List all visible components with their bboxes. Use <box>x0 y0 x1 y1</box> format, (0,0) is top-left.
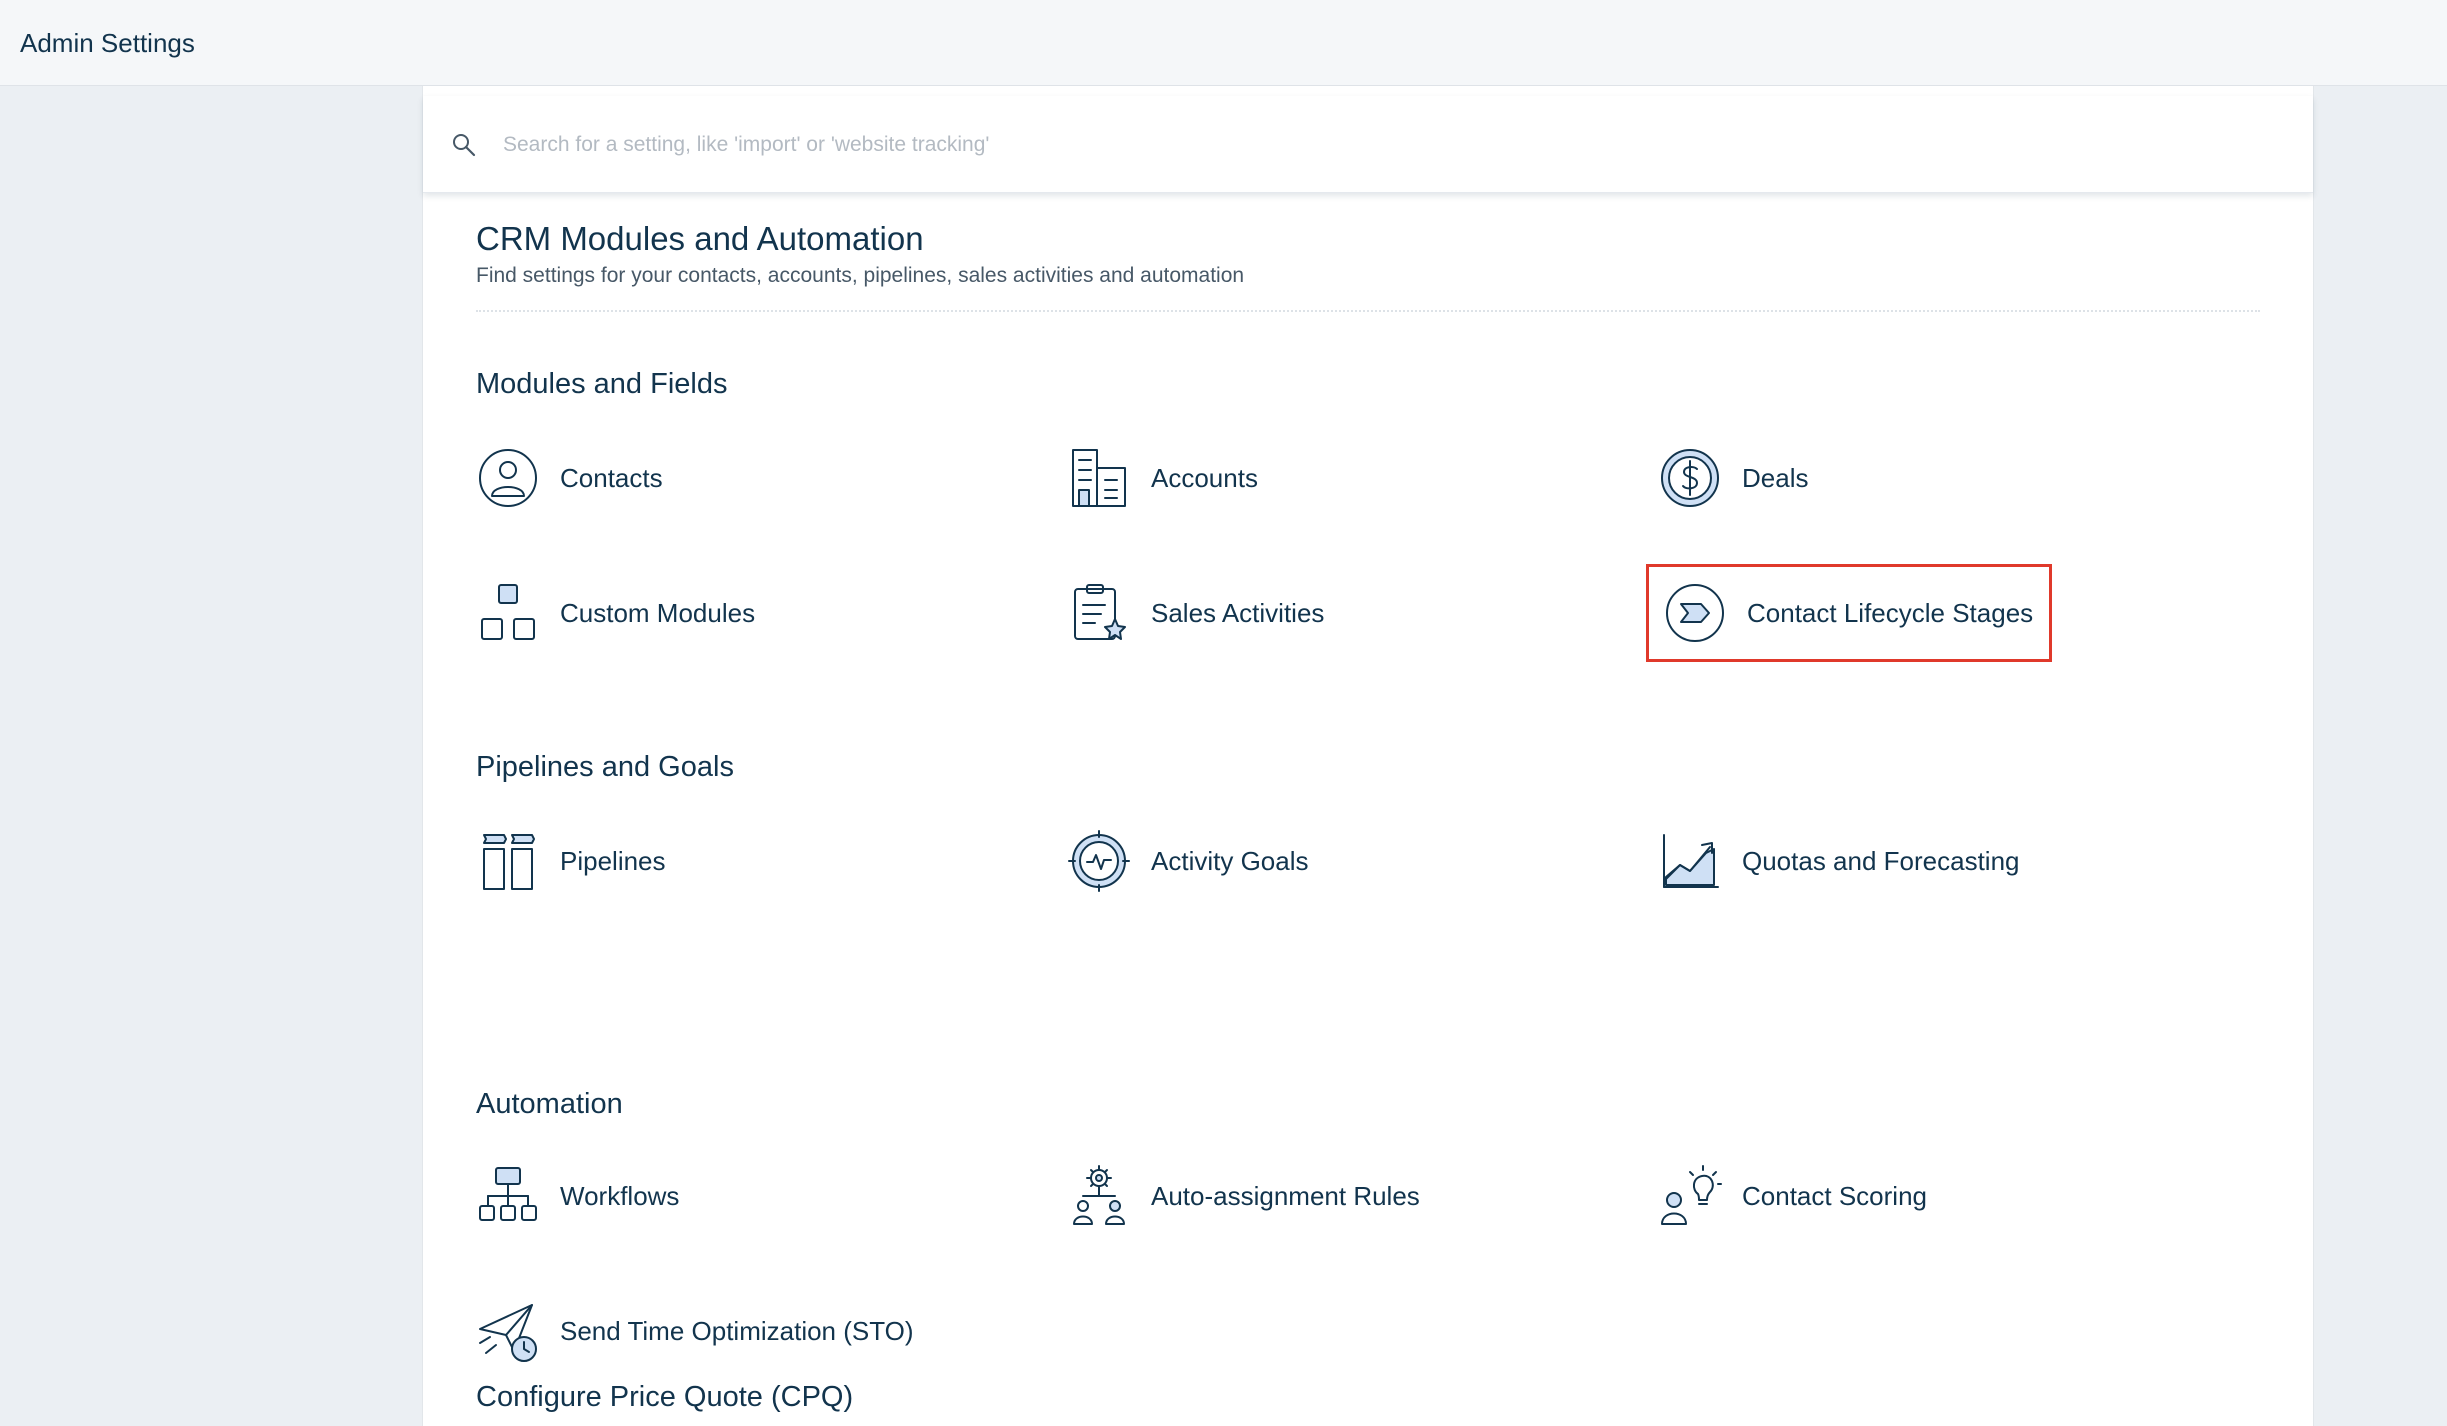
top-bar: Admin Settings <box>0 0 2447 86</box>
gear-people-icon <box>1073 1165 1125 1225</box>
setting-sales-activities[interactable]: Sales Activities <box>1067 581 1324 645</box>
search-icon <box>453 134 476 157</box>
setting-contacts[interactable]: Contacts <box>476 446 663 510</box>
group-title-cpq: Configure Price Quote (CPQ) <box>476 1381 854 1413</box>
trend-chart-icon <box>1663 834 1719 888</box>
group-title-pipelines: Pipelines and Goals <box>476 751 734 783</box>
setting-label: Send Time Optimization (STO) <box>560 1315 914 1346</box>
clipboard-star-icon <box>1074 584 1126 640</box>
chevron-stage-icon <box>1666 584 1724 642</box>
setting-label: Accounts <box>1151 462 1258 493</box>
setting-label: Sales Activities <box>1151 597 1325 628</box>
target-pulse-icon <box>1068 830 1130 892</box>
setting-custom-modules[interactable]: Custom Modules <box>476 581 755 645</box>
setting-pipelines[interactable]: Pipelines <box>476 829 666 893</box>
setting-label: Contact Lifecycle Stages <box>1747 597 2034 628</box>
setting-deals[interactable]: Deals <box>1658 446 1808 510</box>
group-title-modules: Modules and Fields <box>476 368 728 400</box>
setting-label: Contacts <box>560 462 663 493</box>
setting-label: Custom Modules <box>560 597 756 628</box>
divider <box>476 310 2260 312</box>
setting-label: Deals <box>1742 462 1809 493</box>
dollar-coin-icon <box>1661 449 1719 507</box>
search-input[interactable] <box>501 124 2265 166</box>
setting-label: Activity Goals <box>1151 845 1309 876</box>
setting-label: Contact Scoring <box>1742 1180 1927 1211</box>
setting-send-time-optimization[interactable]: Send Time Optimization (STO) <box>476 1299 914 1363</box>
org-chart-icon <box>479 1167 537 1221</box>
setting-contact-lifecycle-stages[interactable]: Contact Lifecycle Stages <box>1645 564 2053 662</box>
page-header-title: Admin Settings <box>20 28 195 58</box>
blocks-icon <box>481 584 535 640</box>
building-icon <box>1072 449 1126 507</box>
setting-activity-goals[interactable]: Activity Goals <box>1067 829 1309 893</box>
setting-label: Quotas and Forecasting <box>1742 845 2020 876</box>
setting-label: Auto-assignment Rules <box>1151 1180 1420 1211</box>
setting-label: Pipelines <box>560 845 666 876</box>
columns-icon <box>483 834 535 890</box>
paper-plane-clock-icon <box>479 1304 537 1362</box>
settings-panel: CRM Modules and Automation Find settings… <box>422 86 2314 1426</box>
user-circle-icon <box>479 449 537 507</box>
setting-label: Workflows <box>560 1180 680 1211</box>
section-title: CRM Modules and Automation <box>476 220 924 257</box>
setting-accounts[interactable]: Accounts <box>1067 446 1258 510</box>
setting-workflows[interactable]: Workflows <box>476 1164 679 1228</box>
person-bulb-icon <box>1661 1165 1722 1225</box>
setting-contact-scoring[interactable]: Contact Scoring <box>1658 1164 1927 1228</box>
setting-quotas-forecasting[interactable]: Quotas and Forecasting <box>1658 829 2020 893</box>
setting-auto-assignment-rules[interactable]: Auto-assignment Rules <box>1067 1164 1420 1228</box>
search-bar <box>423 96 2313 193</box>
group-title-automation: Automation <box>476 1088 623 1120</box>
section-subtitle: Find settings for your contacts, account… <box>476 264 1245 287</box>
